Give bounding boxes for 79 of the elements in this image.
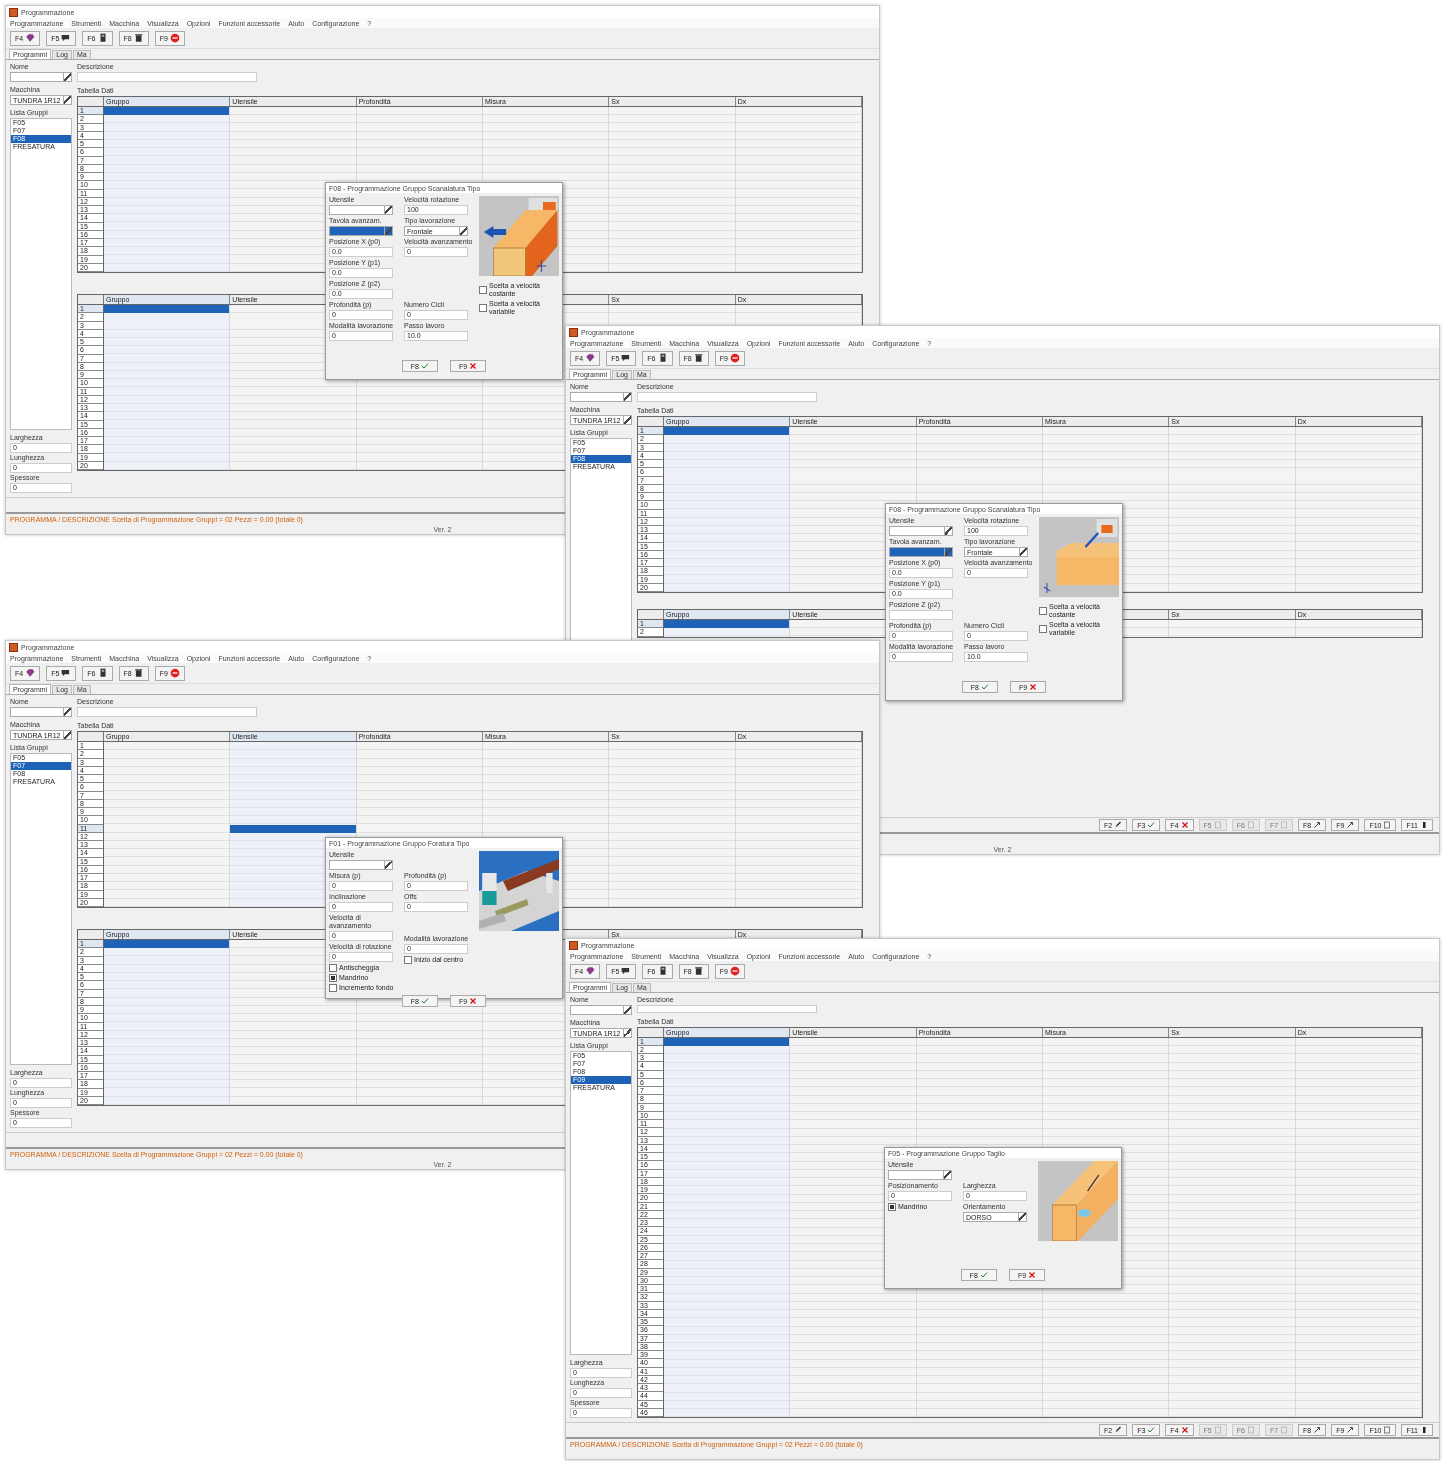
bar-icon — [1420, 821, 1428, 829]
selected-cell[interactable] — [664, 620, 790, 629]
gem-icon — [25, 33, 36, 43]
dropdown[interactable] — [10, 72, 72, 82]
check-icon — [421, 997, 429, 1005]
app-icon — [569, 940, 578, 950]
document-icon — [1383, 1426, 1392, 1434]
speech-bubble-icon — [621, 353, 632, 363]
bar-icon — [1420, 1426, 1428, 1434]
input-field[interactable] — [77, 707, 257, 717]
document-icon — [1213, 1426, 1222, 1434]
document-icon — [1213, 821, 1222, 829]
document-icon — [1246, 821, 1255, 829]
pen-icon — [1114, 821, 1123, 829]
stop-icon — [729, 966, 740, 976]
dropdown[interactable] — [570, 392, 632, 402]
input-field[interactable] — [77, 72, 257, 82]
checkbox[interactable] — [888, 1203, 896, 1211]
checkbox[interactable] — [479, 286, 487, 294]
trash-icon — [693, 966, 704, 976]
gem-icon — [25, 668, 36, 678]
stop-icon — [169, 668, 180, 678]
check-icon — [1147, 1426, 1156, 1434]
input-field[interactable] — [637, 1005, 817, 1013]
check-icon — [1147, 821, 1156, 829]
close-icon — [1180, 1426, 1189, 1434]
selected-cell[interactable] — [230, 824, 356, 833]
checkbox[interactable] — [329, 984, 337, 992]
input-field[interactable] — [637, 392, 817, 402]
checkbox[interactable] — [1039, 625, 1047, 633]
gem-icon — [585, 353, 596, 363]
app-icon — [9, 642, 18, 652]
stop-icon — [169, 33, 180, 43]
close-icon — [1028, 1271, 1037, 1279]
dropdown[interactable] — [329, 205, 393, 215]
selected-cell[interactable] — [104, 940, 230, 949]
speech-bubble-icon — [621, 966, 632, 976]
document-icon — [1280, 1426, 1289, 1434]
pen-icon — [1114, 1426, 1123, 1434]
document-icon — [1280, 821, 1289, 829]
stop-icon — [729, 353, 740, 363]
checkbox[interactable] — [329, 974, 337, 982]
trash-icon — [133, 33, 144, 43]
close-icon — [1029, 683, 1038, 691]
dropdown[interactable] — [889, 547, 953, 557]
close-icon — [469, 997, 478, 1005]
check-icon — [980, 1271, 988, 1279]
arrow-icon — [1313, 1426, 1322, 1434]
input-field[interactable] — [889, 610, 953, 620]
close-icon — [469, 362, 478, 370]
app-icon — [9, 7, 18, 17]
dropdown[interactable] — [329, 226, 393, 236]
check-icon — [981, 683, 989, 691]
selected-cell[interactable] — [664, 1037, 790, 1046]
checkbox[interactable] — [404, 956, 412, 964]
trash-icon — [693, 353, 704, 363]
selected-cell[interactable] — [664, 427, 790, 436]
checkbox[interactable] — [1039, 607, 1047, 615]
dropdown[interactable] — [889, 526, 953, 536]
document-icon — [1246, 1426, 1255, 1434]
arrow-icon — [1346, 821, 1355, 829]
checkbox[interactable] — [329, 964, 337, 972]
arrow-icon — [1313, 821, 1322, 829]
check-icon — [421, 362, 429, 370]
selected-cell[interactable] — [104, 305, 230, 314]
speech-bubble-icon — [61, 668, 72, 678]
document-icon — [1383, 821, 1392, 829]
close-icon — [1180, 821, 1189, 829]
app-icon — [569, 327, 578, 337]
dropdown[interactable] — [570, 1005, 632, 1015]
arrow-icon — [1346, 1426, 1355, 1434]
dropdown[interactable] — [10, 707, 72, 717]
gem-icon — [585, 966, 596, 976]
trash-icon — [133, 668, 144, 678]
checkbox[interactable] — [479, 304, 487, 312]
speech-bubble-icon — [61, 33, 72, 43]
selected-cell[interactable] — [104, 107, 230, 116]
dropdown[interactable] — [329, 860, 393, 870]
dropdown[interactable] — [888, 1170, 952, 1180]
